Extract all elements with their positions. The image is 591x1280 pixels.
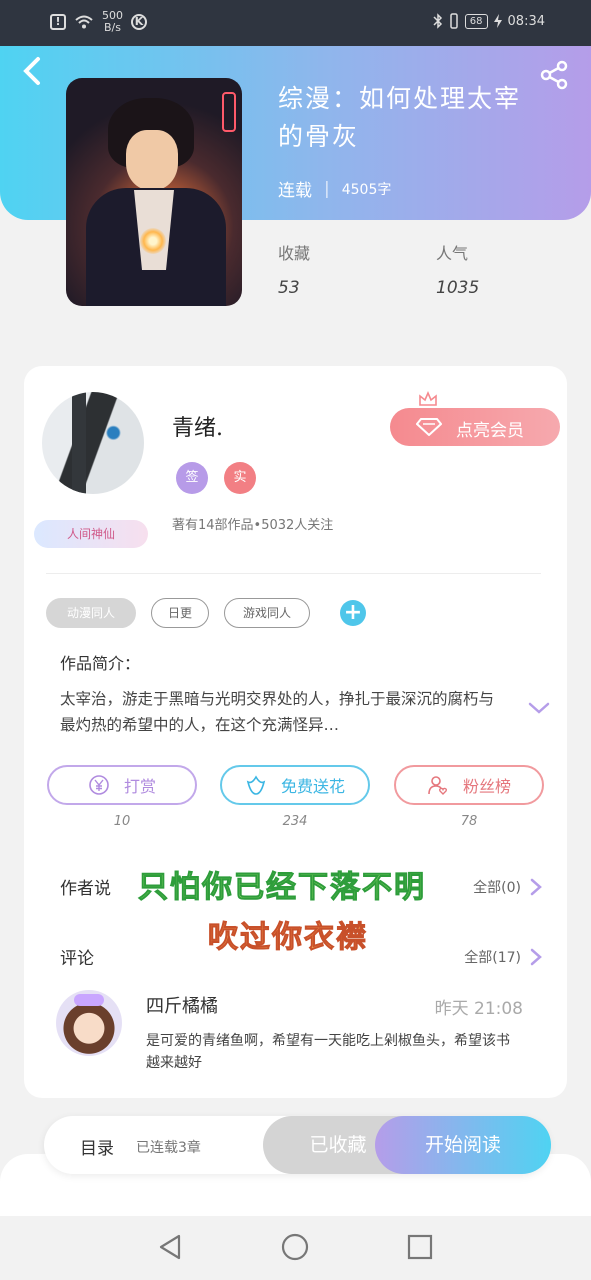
back-icon (23, 57, 40, 85)
stat-favorites: 收藏 53 (278, 240, 310, 298)
toc-chapter-count: 已连载3章 (136, 1140, 201, 1156)
chevron-down-icon[interactable] (528, 700, 550, 716)
bluetooth-icon (433, 13, 442, 29)
vibrate-icon (450, 13, 458, 29)
reward-button[interactable]: 打赏 (47, 765, 197, 805)
chevron-right-icon[interactable] (529, 948, 543, 966)
book-word-count: 4505字 (341, 181, 392, 198)
toc-button[interactable]: 目录 (80, 1134, 114, 1159)
nav-recents-icon[interactable] (405, 1232, 435, 1262)
share-button[interactable] (539, 60, 569, 90)
clock: 08:34 (507, 13, 545, 29)
verified-badge: 实 (224, 462, 256, 494)
fans-rank-button[interactable]: 粉丝榜 (394, 765, 544, 805)
author-says-all-link[interactable]: 全部(0) (473, 877, 521, 897)
comment-time: 昨天 21:08 (434, 999, 523, 1019)
author-avatar[interactable] (42, 392, 144, 494)
battery-level: 68 (464, 13, 488, 29)
wifi-icon (75, 15, 93, 29)
overlay-lyric-line-1: 只怕你已经下落不明 (138, 870, 426, 906)
vip-label: 点亮会员 (456, 421, 524, 441)
flower-icon (246, 775, 266, 795)
crown-icon (419, 390, 437, 406)
nav-back-icon[interactable] (155, 1232, 185, 1262)
k-icon: K (131, 14, 147, 30)
stat-popularity: 人气 1035 (436, 240, 479, 298)
back-button[interactable] (22, 56, 50, 90)
stat-value: 53 (278, 278, 300, 298)
charging-icon (493, 14, 502, 28)
chevron-right-icon[interactable] (529, 878, 543, 896)
intro-text: 太宰治，游走于黑暗与光明交界处的人，挣扎于最深沉的腐朽与最灼热的希望中的人，在这… (60, 690, 495, 734)
reward-count: 10 (113, 814, 131, 829)
start-reading-button[interactable]: 开始阅读 (375, 1116, 551, 1174)
tag-chip[interactable]: 日更 (151, 598, 209, 628)
status-bar: ! 500 B/s K 68 08:34 (0, 0, 591, 46)
system-nav-bar (0, 1216, 591, 1280)
comments-all-link[interactable]: 全部(17) (464, 947, 521, 967)
nav-home-icon[interactable] (280, 1232, 310, 1262)
divider: | (324, 178, 330, 199)
yen-icon (89, 775, 109, 795)
fans-rank-label: 粉丝榜 (462, 777, 511, 796)
share-icon (540, 60, 568, 90)
speed-unit: B/s (104, 21, 121, 34)
tag-chip[interactable]: 动漫同人 (46, 598, 136, 628)
book-status: 连载 (278, 181, 312, 201)
vip-button[interactable]: 点亮会员 (390, 408, 560, 446)
author-meta: 著有14部作品•5032人关注 (172, 518, 334, 533)
avatar-badge: 人间神仙 (34, 520, 148, 548)
stat-label: 人气 (436, 244, 469, 263)
reward-label: 打赏 (123, 777, 156, 796)
overlay-lyric-line-2: 吹过你衣襟 (208, 920, 368, 956)
network-speed: 500 B/s (102, 10, 123, 34)
flower-count: 234 (282, 814, 308, 829)
book-title: 综漫：如何处理太宰的骨灰 (278, 84, 522, 151)
tag-chip[interactable]: 游戏同人 (224, 598, 310, 628)
book-serial-info: 连载 | 4505字 (278, 176, 392, 202)
alert-icon: ! (50, 14, 66, 30)
commenter-avatar[interactable] (56, 990, 122, 1056)
stat-value: 1035 (436, 278, 480, 298)
send-flower-button[interactable]: 免费送花 (220, 765, 370, 805)
signed-badge: 签 (176, 462, 208, 494)
author-name[interactable]: 青绪. (172, 410, 223, 442)
author-says-title: 作者说 (60, 879, 111, 899)
comments-title: 评论 (60, 949, 94, 969)
fans-count: 78 (460, 814, 478, 829)
divider (46, 573, 541, 574)
diamond-icon (416, 418, 442, 436)
comment-text: 是可爱的青绪鱼啊，希望有一天能吃上剁椒鱼头，希望该书越来越好 (146, 1033, 510, 1071)
send-flower-label: 免费送花 (280, 777, 345, 796)
fans-icon (428, 776, 448, 795)
intro-heading: 作品简介： (60, 654, 141, 673)
stat-label: 收藏 (278, 244, 311, 263)
commenter-name[interactable]: 四斤橘橘 (146, 992, 218, 1018)
book-cover[interactable] (66, 78, 242, 306)
add-tag-button[interactable]: + (340, 600, 366, 626)
